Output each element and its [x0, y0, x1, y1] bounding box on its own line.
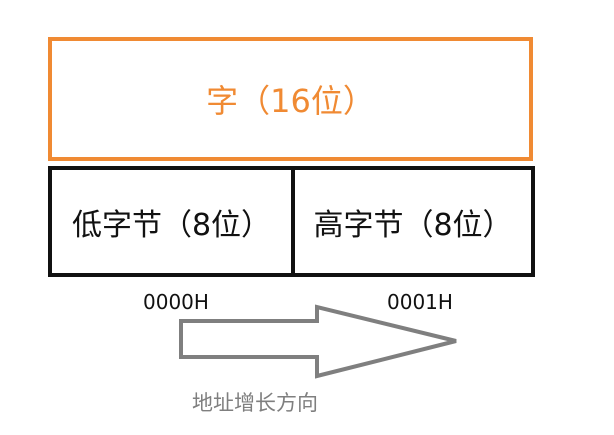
address-direction-arrow-icon: [179, 304, 457, 379]
direction-label: 地址增长方向: [192, 391, 318, 415]
